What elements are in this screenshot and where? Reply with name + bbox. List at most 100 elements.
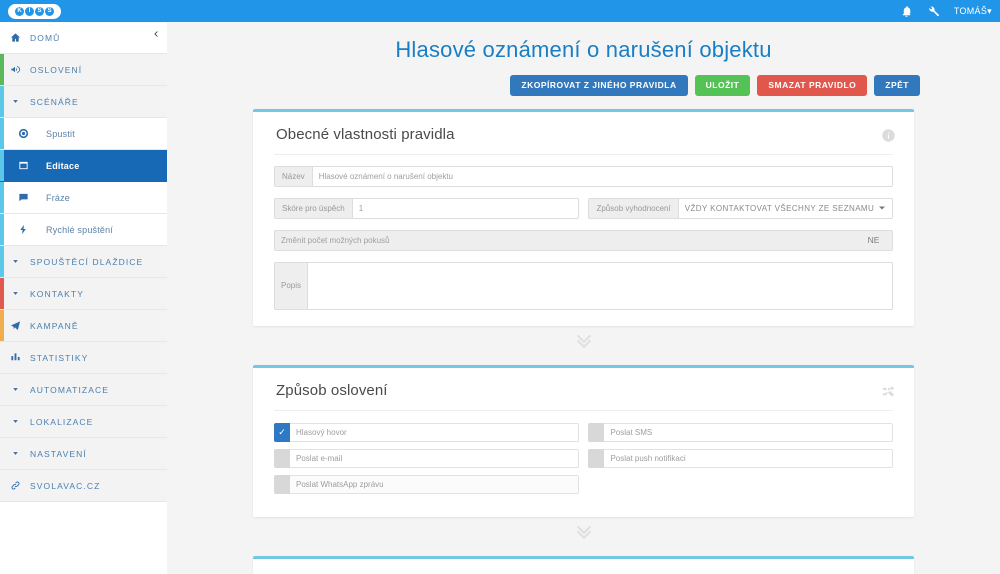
name-input[interactable] bbox=[312, 165, 893, 187]
comment-icon bbox=[0, 192, 46, 203]
sidebar-accent-bar bbox=[0, 214, 4, 245]
sidebar-collapse-button[interactable] bbox=[145, 22, 167, 46]
channel-row: ✓ Hlasový hovor Poslat SMS bbox=[274, 422, 893, 442]
sidebar-item-editace[interactable]: Editace bbox=[0, 150, 167, 182]
description-label: Popis bbox=[274, 261, 308, 310]
card-channels-title: Způsob oslovení bbox=[274, 368, 893, 411]
channel-option[interactable]: Poslat push notifikaci bbox=[588, 448, 893, 468]
info-circle-icon[interactable] bbox=[881, 128, 896, 143]
sidebar-item-label: OSLOVENÍ bbox=[30, 64, 83, 75]
sidebar-item-svolavac-cz[interactable]: SVOLAVAC.CZ bbox=[0, 470, 167, 502]
top-bar: K I S S TOMÁŠ▾ bbox=[0, 0, 1000, 22]
score-eval-row: Skóre pro úspěch Způsob vyhodnocení VŽDY… bbox=[274, 197, 894, 219]
channel-label[interactable]: Hlasový hovor bbox=[290, 422, 579, 442]
sidebar-item-label: Editace bbox=[46, 160, 80, 171]
score-input[interactable] bbox=[352, 197, 579, 219]
channel-label[interactable]: Poslat e-mail bbox=[290, 448, 579, 468]
eval-select-value: VŽDY KONTAKTOVAT VŠECHNY ZE SEZNAMU bbox=[684, 203, 875, 213]
sidebar-item-label: KAMPANĚ bbox=[30, 320, 79, 331]
sidebar-item-spou-t-c-dla-dice[interactable]: SPOUŠTĚCÍ DLAŽDICE bbox=[0, 246, 167, 278]
sidebar-item-kontakty[interactable]: KONTAKTY bbox=[0, 278, 167, 310]
card-content-title: Obsah sdělení bbox=[274, 559, 893, 574]
sidebar-accent-bar bbox=[0, 278, 4, 309]
paper-plane-icon bbox=[0, 320, 30, 331]
main-content: Hlasové oznámení o narušení objektu ZKOP… bbox=[167, 22, 1000, 574]
sidebar-item-label: Spustit bbox=[46, 128, 75, 139]
wrench-icon[interactable] bbox=[927, 5, 940, 18]
page-title: Hlasové oznámení o narušení objektu bbox=[395, 37, 772, 62]
shuffle-icon[interactable] bbox=[881, 384, 896, 399]
chevron-down-icon bbox=[0, 416, 30, 427]
chevron-down-icon bbox=[0, 448, 30, 459]
channel-row: Poslat e-mail Poslat push notifikaci bbox=[274, 448, 893, 468]
channel-label[interactable]: Poslat push notifikaci bbox=[604, 448, 893, 468]
logo-letter-k: K bbox=[15, 6, 24, 16]
channel-option[interactable]: Poslat WhatsApp zprávu bbox=[274, 474, 579, 494]
home-icon bbox=[0, 32, 30, 43]
user-menu[interactable]: TOMÁŠ▾ bbox=[954, 6, 992, 17]
sidebar-item-nastaven[interactable]: NASTAVENÍ bbox=[0, 438, 167, 470]
sidebar-item-label: AUTOMATIZACE bbox=[30, 384, 110, 395]
sidebar-item-spustit[interactable]: Spustit bbox=[0, 118, 167, 150]
channel-label[interactable]: Poslat WhatsApp zprávu bbox=[290, 474, 579, 494]
channel-checkbox-grid: ✓ Hlasový hovor Poslat SMS Poslat e-mail Pos… bbox=[274, 422, 893, 494]
sidebar-item-label: LOKALIZACE bbox=[30, 416, 94, 427]
divider-1 bbox=[167, 326, 1000, 352]
bar-chart-icon bbox=[0, 352, 30, 363]
app-logo[interactable]: K I S S bbox=[8, 3, 61, 19]
divider-2 bbox=[167, 517, 1000, 543]
channel-checkbox[interactable] bbox=[274, 448, 290, 468]
sidebar-item-automatizace[interactable]: AUTOMATIZACE bbox=[0, 374, 167, 406]
channel-checkbox[interactable] bbox=[588, 422, 605, 442]
channel-checkbox[interactable]: ✓ bbox=[274, 422, 290, 442]
chevron-double-down-icon bbox=[574, 524, 594, 541]
logo-letter-i: I bbox=[25, 6, 34, 16]
name-label: Název bbox=[274, 165, 313, 187]
delete-rule-button[interactable]: SMAZAT PRAVIDLO bbox=[757, 75, 868, 96]
user-name: TOMÁŠ bbox=[953, 5, 988, 16]
link-icon bbox=[0, 480, 30, 491]
sidebar-accent-bar bbox=[0, 182, 4, 213]
copy-from-rule-button[interactable]: ZKOPÍROVAT Z JINÉHO PRAVIDLA bbox=[510, 75, 688, 96]
sidebar-item-label: DOMŮ bbox=[30, 32, 61, 43]
sidebar-item-osloven[interactable]: OSLOVENÍ bbox=[0, 54, 167, 86]
sidebar-item-statistiky[interactable]: STATISTIKY bbox=[0, 342, 167, 374]
sidebar-item-rychl-spu-t-n[interactable]: Rychlé spuštění bbox=[0, 214, 167, 246]
attempts-toggle-button[interactable]: NE bbox=[855, 229, 893, 251]
action-button-row: ZKOPÍROVAT Z JINÉHO PRAVIDLA ULOŽIT SMAZ… bbox=[167, 63, 1000, 96]
channel-checkbox[interactable] bbox=[588, 448, 605, 468]
sidebar-item-label: SCÉNÁŘE bbox=[30, 96, 79, 107]
megaphone-icon bbox=[0, 64, 30, 75]
name-row: Název bbox=[274, 165, 893, 187]
eval-select[interactable]: VŽDY KONTAKTOVAT VŠECHNY ZE SEZNAMU bbox=[678, 197, 894, 219]
chevron-down-icon: ▾ bbox=[987, 5, 992, 16]
play-circle-icon bbox=[0, 128, 46, 139]
channel-option[interactable]: ✓ Hlasový hovor bbox=[274, 422, 579, 442]
sidebar-item-label: KONTAKTY bbox=[30, 288, 84, 299]
sidebar-item-sc-n-e[interactable]: SCÉNÁŘE bbox=[0, 86, 167, 118]
sidebar-item-label: STATISTIKY bbox=[30, 352, 89, 363]
eval-label: Způsob vyhodnocení bbox=[588, 197, 679, 219]
back-button[interactable]: ZPĚT bbox=[874, 75, 920, 96]
window-icon bbox=[0, 160, 46, 171]
sidebar-item-lokalizace[interactable]: LOKALIZACE bbox=[0, 406, 167, 438]
sidebar-item-fr-ze[interactable]: Fráze bbox=[0, 182, 167, 214]
chevron-down-icon bbox=[0, 288, 30, 299]
channel-label[interactable]: Poslat SMS bbox=[604, 422, 893, 442]
sidebar-accent-bar bbox=[0, 86, 4, 117]
channel-row: Poslat WhatsApp zprávu bbox=[274, 474, 893, 494]
channel-option[interactable]: Poslat SMS bbox=[588, 422, 893, 442]
save-button[interactable]: ULOŽIT bbox=[694, 75, 751, 96]
attempts-row: Změnit počet možných pokusů NE bbox=[274, 229, 893, 251]
bell-icon[interactable] bbox=[900, 5, 913, 18]
logo-letter-s2: S bbox=[45, 6, 54, 16]
sidebar-accent-bar bbox=[0, 54, 4, 85]
chevron-double-down-icon bbox=[574, 333, 594, 350]
description-textarea[interactable] bbox=[308, 261, 893, 310]
sidebar-item-kampan[interactable]: KAMPANĚ bbox=[0, 310, 167, 342]
logo-letter-s1: S bbox=[35, 6, 44, 16]
channel-option[interactable]: Poslat e-mail bbox=[274, 448, 579, 468]
channel-checkbox[interactable] bbox=[274, 474, 290, 494]
sidebar-item-dom[interactable]: DOMŮ bbox=[0, 22, 167, 54]
